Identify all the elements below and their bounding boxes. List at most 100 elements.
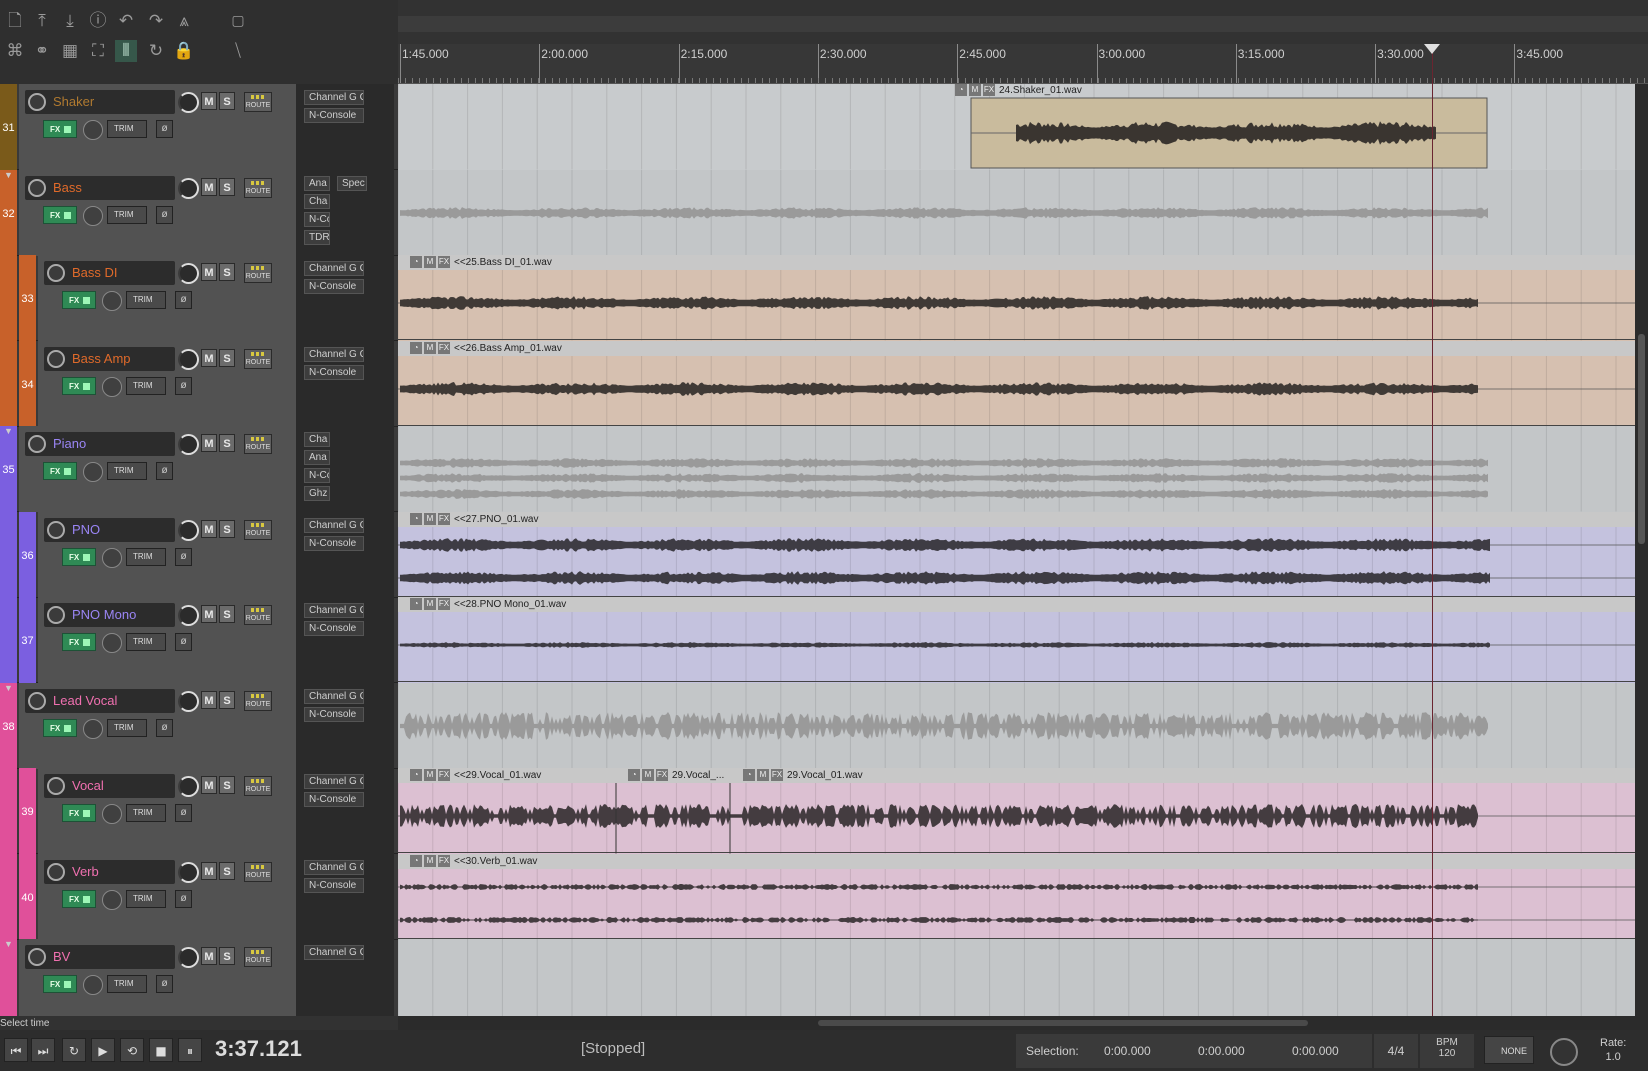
phase-invert-icon[interactable]: ø xyxy=(175,633,192,651)
ruler-region-bar[interactable] xyxy=(398,16,1648,32)
media-item-header[interactable]: ◔ M FX <<29.Vocal_01.wav xyxy=(410,769,541,784)
route-button[interactable]: ROUTE xyxy=(244,776,272,796)
fx-button[interactable]: FX xyxy=(62,633,96,651)
item-mute-button[interactable]: M xyxy=(424,256,436,268)
trim-button[interactable]: TRIM xyxy=(126,633,166,651)
fx-slot[interactable]: N-Console xyxy=(304,621,364,636)
fx-slot[interactable]: Channel G C xyxy=(304,347,364,362)
item-lock-icon[interactable]: ◔ xyxy=(955,84,967,96)
route-button[interactable]: ROUTE xyxy=(244,92,272,112)
phase-invert-icon[interactable]: ø xyxy=(175,890,192,908)
trim-button[interactable]: TRIM xyxy=(107,462,147,480)
fx-slot[interactable]: N-Console xyxy=(304,108,364,123)
mute-button[interactable]: M xyxy=(201,862,217,880)
item-lock-icon[interactable]: ◔ xyxy=(628,769,640,781)
pan-knob[interactable] xyxy=(83,462,103,482)
track-piano[interactable]: ▼ 35 Piano M S ROUTE FX TRIM ø Cha Ana N-Cc Ghz xyxy=(0,426,398,512)
route-button[interactable]: ROUTE xyxy=(244,605,272,625)
item-mute-button[interactable]: M xyxy=(969,84,981,96)
folder-collapse-icon[interactable]: ▼ xyxy=(4,426,13,436)
undo-icon[interactable]: ↶ xyxy=(115,10,137,32)
item-fx-button[interactable]: FX xyxy=(438,342,450,354)
fx-slot[interactable]: Ana xyxy=(304,450,330,465)
track-color-bar[interactable] xyxy=(0,854,17,940)
record-arm-icon[interactable] xyxy=(28,692,46,710)
item-lock-icon[interactable]: ◔ xyxy=(410,256,422,268)
track-name[interactable]: Piano xyxy=(25,432,175,456)
pan-knob[interactable] xyxy=(102,804,122,824)
phase-invert-icon[interactable]: ø xyxy=(156,120,173,138)
record-loop-icon[interactable]: ⟲ xyxy=(120,1038,144,1062)
phase-invert-icon[interactable]: ø xyxy=(156,719,173,737)
track-color-bar[interactable] xyxy=(0,939,17,1016)
horizontal-scrollbar[interactable] xyxy=(398,1016,1648,1030)
record-arm-icon[interactable] xyxy=(47,777,65,795)
trim-button[interactable]: TRIM xyxy=(107,975,147,993)
fx-button[interactable]: FX xyxy=(62,890,96,908)
mute-button[interactable]: M xyxy=(201,178,217,196)
item-fx-button[interactable]: FX xyxy=(438,513,450,525)
track-color-bar[interactable] xyxy=(0,255,17,341)
link-icon[interactable]: ⚭ xyxy=(31,40,53,62)
fx-slot[interactable]: Ghz xyxy=(304,486,330,501)
save-icon[interactable]: ⤒ xyxy=(31,10,53,32)
route-button[interactable]: ROUTE xyxy=(244,862,272,882)
item-mute-button[interactable]: M xyxy=(757,769,769,781)
item-fx-button[interactable]: FX xyxy=(438,598,450,610)
track-shaker[interactable]: 31 Shaker M S ROUTE FX TRIM ø Channel G C N-Conso… xyxy=(0,84,398,170)
solo-button[interactable]: S xyxy=(219,349,235,367)
item-mute-button[interactable]: M xyxy=(642,769,654,781)
route-button[interactable]: ROUTE xyxy=(244,520,272,540)
media-item-header[interactable]: ◔ M FX <<26.Bass Amp_01.wav xyxy=(410,342,562,357)
lane-bass-amp[interactable]: ◔ M FX <<26.Bass Amp_01.wav xyxy=(398,341,1635,427)
track-color-bar[interactable] xyxy=(0,597,17,683)
rate-display[interactable]: Rate: 1.0 xyxy=(1600,1036,1626,1064)
timeline-ruler[interactable]: 1:45.000 2:00.000 2:15.000 2:30.000 2:45.000… xyxy=(398,44,1648,84)
redo-icon[interactable]: ↷ xyxy=(145,10,167,32)
lane-piano[interactable] xyxy=(398,426,1635,512)
solo-button[interactable]: S xyxy=(219,92,235,110)
track-name[interactable]: Shaker xyxy=(25,90,175,114)
fx-slot[interactable]: N-Console xyxy=(304,878,364,893)
trim-button[interactable]: TRIM xyxy=(107,719,147,737)
phase-invert-icon[interactable]: ø xyxy=(175,548,192,566)
solo-button[interactable]: S xyxy=(219,520,235,538)
fx-button[interactable]: FX xyxy=(43,462,77,480)
vertical-scrollbar[interactable] xyxy=(1635,84,1648,1016)
pan-knob[interactable] xyxy=(83,206,103,226)
fx-slot[interactable]: N-Cc xyxy=(304,212,330,227)
trim-button[interactable]: TRIM xyxy=(126,377,166,395)
fx-slot[interactable]: Cha xyxy=(304,194,330,209)
item-fx-button[interactable]: FX xyxy=(438,769,450,781)
route-button[interactable]: ROUTE xyxy=(244,178,272,198)
record-arm-icon[interactable] xyxy=(47,350,65,368)
track-bass-amp[interactable]: 34 Bass Amp M S ROUTE FX TRIM ø Channel G C N-Con… xyxy=(0,341,398,427)
metronome-icon[interactable]: ⩓ xyxy=(173,10,195,32)
volume-knob[interactable] xyxy=(178,862,199,883)
track-verb[interactable]: 40 Verb M S ROUTE FX TRIM ø Channel G C N-Console xyxy=(0,854,398,940)
phase-invert-icon[interactable]: ø xyxy=(156,975,173,993)
arrange-view[interactable]: ◔ M FX 24.Shaker_01.wav ◔ M FX <<25.Bass DI_01.… xyxy=(398,84,1635,1016)
track-bv[interactable]: ▼ BV M S ROUTE FX TRIM ø Channel G C xyxy=(0,939,398,1016)
record-arm-icon[interactable] xyxy=(47,521,65,539)
track-name[interactable]: BV xyxy=(25,945,175,969)
media-item-header[interactable]: ◔ M FX <<28.PNO Mono_01.wav xyxy=(410,598,566,613)
mute-button[interactable]: M xyxy=(201,605,217,623)
phase-invert-icon[interactable]: ø xyxy=(175,804,192,822)
record-arm-icon[interactable] xyxy=(47,863,65,881)
trim-button[interactable]: TRIM xyxy=(107,120,147,138)
record-arm-icon[interactable] xyxy=(28,948,46,966)
fx-slot[interactable]: Channel G C xyxy=(304,261,364,276)
fx-slot[interactable]: Channel G C xyxy=(304,774,364,789)
phase-invert-icon[interactable]: ø xyxy=(175,291,192,309)
mute-button[interactable]: M xyxy=(201,92,217,110)
solo-button[interactable]: S xyxy=(219,691,235,709)
fx-button[interactable]: FX xyxy=(62,377,96,395)
pan-knob[interactable] xyxy=(83,120,103,140)
volume-knob[interactable] xyxy=(178,691,199,712)
solo-button[interactable]: S xyxy=(219,605,235,623)
vertical-scroll-thumb[interactable] xyxy=(1638,334,1645,544)
selection-length[interactable]: 0:00.000 xyxy=(1292,1044,1339,1058)
fx-slot[interactable]: N-Console xyxy=(304,279,364,294)
record-arm-icon[interactable] xyxy=(28,435,46,453)
